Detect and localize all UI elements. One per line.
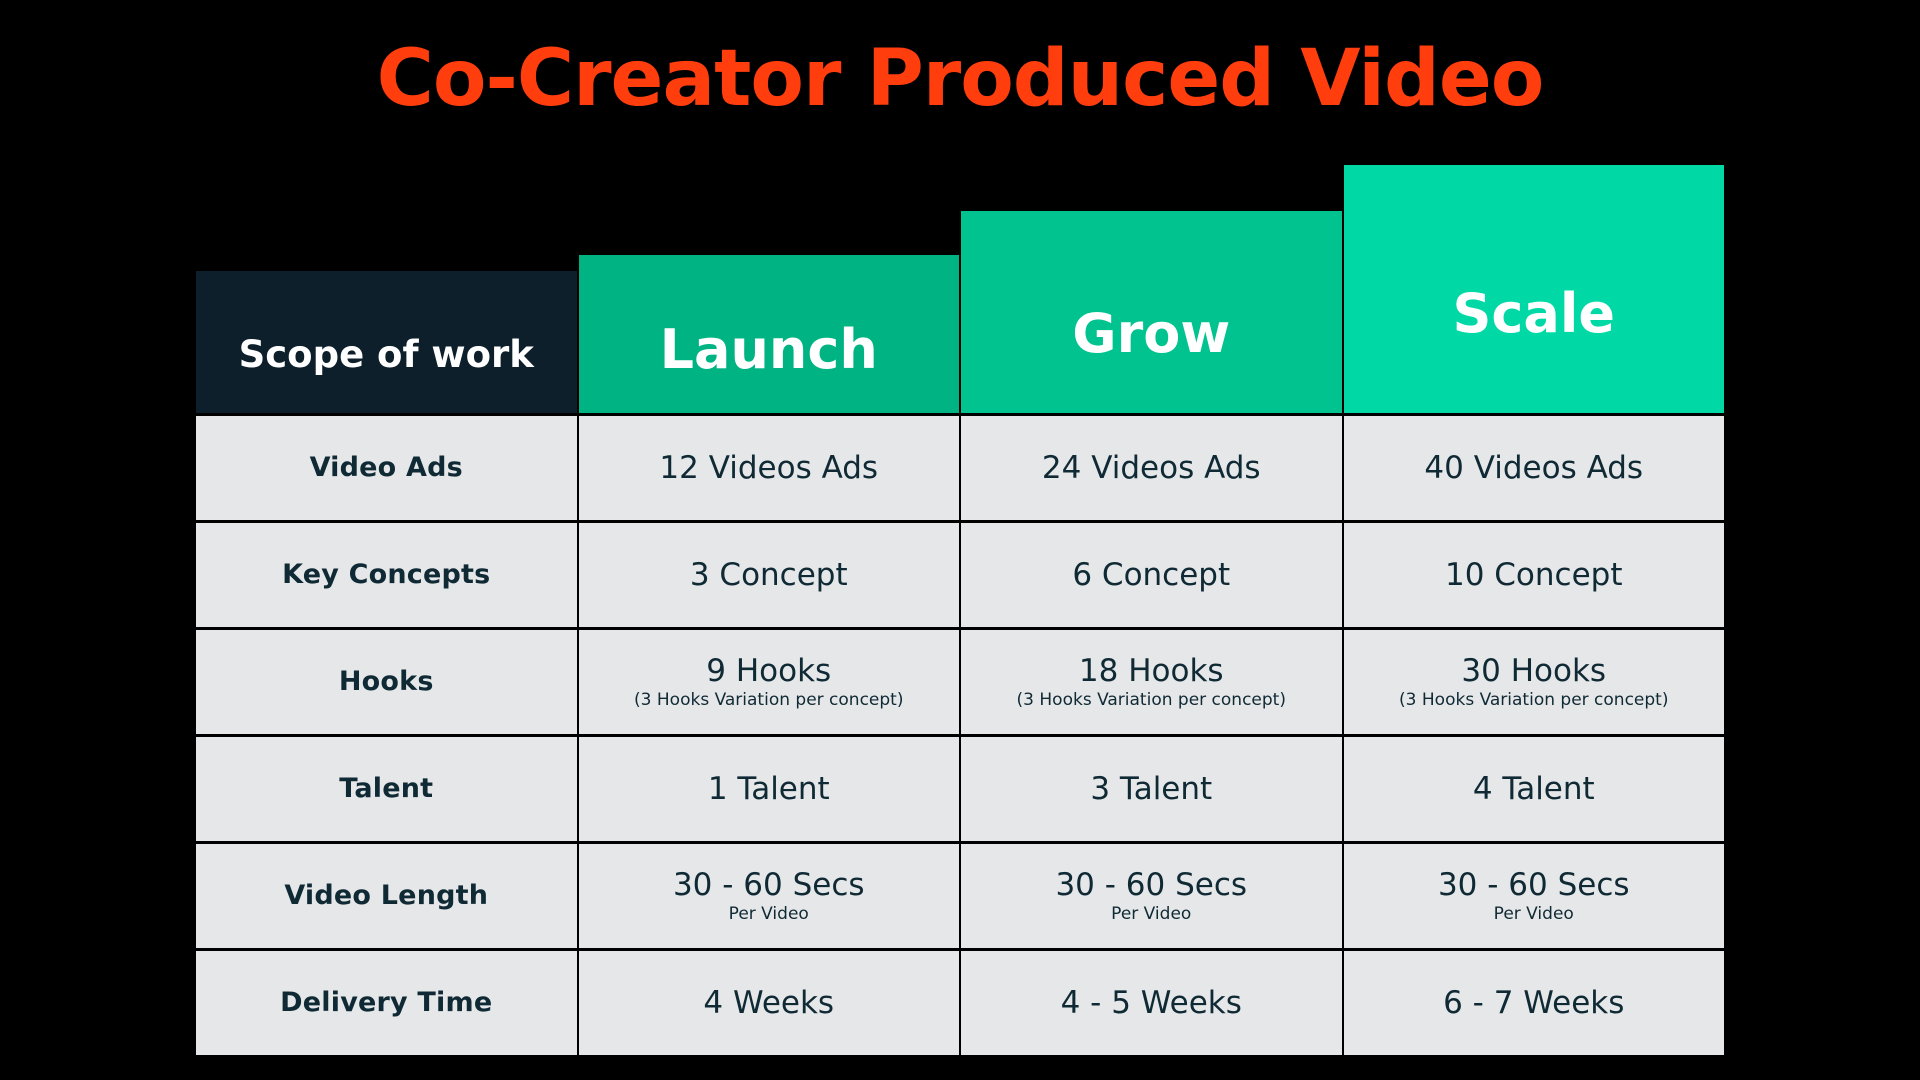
cell-scale: 4 Talent: [1343, 737, 1724, 841]
row-label: Delivery Time: [196, 951, 577, 1055]
cell-scale: 10 Concept: [1343, 523, 1724, 627]
cell-value: 10 Concept: [1444, 556, 1623, 593]
pricing-comparison-table: Scope of work Launch Grow Scale Video Ad…: [196, 155, 1724, 1055]
cell-value: 1 Talent: [707, 770, 830, 807]
row-label-text: Video Ads: [309, 452, 463, 484]
cell-launch: 3 Concept: [578, 523, 959, 627]
cell-scale: 30 - 60 Secs Per Video: [1343, 844, 1724, 948]
cell-scale: 6 - 7 Weeks: [1343, 951, 1724, 1055]
cell-value: 30 - 60 Secs: [1055, 867, 1248, 904]
cell-subtext: (3 Hooks Variation per concept): [1399, 690, 1669, 711]
cell-subtext: (3 Hooks Variation per concept): [1016, 690, 1286, 711]
cell-subtext: Per Video: [1493, 904, 1574, 925]
row-label: Video Ads: [196, 416, 577, 520]
cell-grow: 18 Hooks (3 Hooks Variation per concept): [961, 630, 1342, 734]
row-label: Hooks: [196, 630, 577, 734]
cell-grow: 24 Videos Ads: [961, 416, 1342, 520]
header-label-launch: Launch: [659, 318, 878, 381]
cell-value: 4 Weeks: [703, 984, 835, 1021]
cell-value: 18 Hooks: [1078, 653, 1224, 690]
table-row: Key Concepts 3 Concept 6 Concept 10 Conc…: [196, 523, 1724, 627]
table-header-row: Scope of work Launch Grow Scale: [196, 155, 1724, 413]
header-cell-scale[interactable]: Scale: [1343, 165, 1724, 413]
table-row: Delivery Time 4 Weeks 4 - 5 Weeks 6 - 7 …: [196, 951, 1724, 1055]
cell-scale: 40 Videos Ads: [1343, 416, 1724, 520]
row-label: Talent: [196, 737, 577, 841]
cell-value: 12 Videos Ads: [659, 449, 879, 486]
cell-value: 30 Hooks: [1461, 653, 1607, 690]
cell-grow: 6 Concept: [961, 523, 1342, 627]
cell-value: 4 Talent: [1472, 770, 1595, 807]
row-label: Video Length: [196, 844, 577, 948]
row-label-text: Key Concepts: [282, 559, 491, 591]
header-cell-scope-of-work: Scope of work: [196, 271, 577, 413]
row-label-text: Talent: [339, 773, 434, 805]
cell-value: 24 Videos Ads: [1041, 449, 1261, 486]
cell-value: 4 - 5 Weeks: [1060, 984, 1242, 1021]
table-row: Talent 1 Talent 3 Talent 4 Talent: [196, 737, 1724, 841]
row-label-text: Delivery Time: [280, 987, 493, 1019]
header-label-grow: Grow: [1072, 302, 1231, 365]
cell-subtext: Per Video: [728, 904, 809, 925]
cell-value: 30 - 60 Secs: [1437, 867, 1630, 904]
cell-value: 40 Videos Ads: [1424, 449, 1644, 486]
cell-value: 9 Hooks: [706, 653, 832, 690]
cell-launch: 4 Weeks: [578, 951, 959, 1055]
cell-subtext: (3 Hooks Variation per concept): [634, 690, 904, 711]
cell-value: 3 Concept: [689, 556, 848, 593]
cell-launch: 1 Talent: [578, 737, 959, 841]
row-label-text: Hooks: [338, 666, 434, 698]
cell-value: 3 Talent: [1090, 770, 1213, 807]
table-row: Video Ads 12 Videos Ads 24 Videos Ads 40…: [196, 416, 1724, 520]
cell-value: 6 - 7 Weeks: [1443, 984, 1625, 1021]
row-label-text: Video Length: [284, 880, 489, 912]
cell-launch: 12 Videos Ads: [578, 416, 959, 520]
table-row: Video Length 30 - 60 Secs Per Video 30 -…: [196, 844, 1724, 948]
table-body: Video Ads 12 Videos Ads 24 Videos Ads 40…: [196, 413, 1724, 1055]
cell-scale: 30 Hooks (3 Hooks Variation per concept): [1343, 630, 1724, 734]
row-label: Key Concepts: [196, 523, 577, 627]
header-cell-grow[interactable]: Grow: [961, 211, 1342, 413]
header-label-scope-of-work: Scope of work: [238, 333, 534, 376]
cell-launch: 9 Hooks (3 Hooks Variation per concept): [578, 630, 959, 734]
page-title: Co-Creator Produced Video: [376, 34, 1545, 124]
cell-value: 6 Concept: [1072, 556, 1231, 593]
cell-subtext: Per Video: [1111, 904, 1192, 925]
header-cell-launch[interactable]: Launch: [578, 255, 959, 413]
header-label-scale: Scale: [1452, 282, 1615, 345]
cell-value: 30 - 60 Secs: [672, 867, 865, 904]
cell-grow: 4 - 5 Weeks: [961, 951, 1342, 1055]
slide-canvas: Co-Creator Produced Video Scope of work …: [0, 0, 1920, 1080]
table-row: Hooks 9 Hooks (3 Hooks Variation per con…: [196, 630, 1724, 734]
cell-launch: 30 - 60 Secs Per Video: [578, 844, 959, 948]
cell-grow: 30 - 60 Secs Per Video: [961, 844, 1342, 948]
cell-grow: 3 Talent: [961, 737, 1342, 841]
